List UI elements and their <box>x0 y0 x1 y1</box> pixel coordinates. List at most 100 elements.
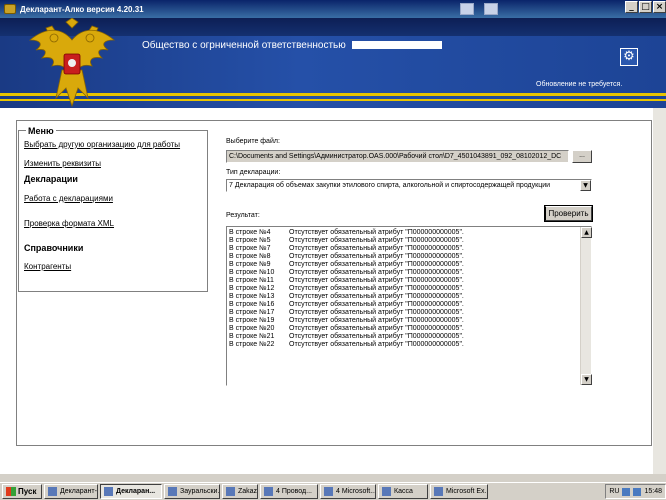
file-label: Выберите файл: <box>226 138 280 145</box>
tray-icon[interactable] <box>633 487 642 496</box>
taskbar-button[interactable]: 4 Провод... <box>260 484 318 499</box>
task-app-icon <box>48 487 57 496</box>
result-row: В строке №20 Отсутствует обязательный атр… <box>229 325 579 333</box>
result-row: В строке №10 Отсутствует обязательный атр… <box>229 269 579 277</box>
result-row-message: Отсутствует обязательный атрибут "П00000… <box>289 269 464 276</box>
result-row: В строке №9 Отсутствует обязательный атри… <box>229 261 579 269</box>
taskbar-button-label: Декларан... <box>116 488 156 495</box>
task-app-icon <box>226 487 235 496</box>
result-row: В строке №11 Отсутствует обязательный атр… <box>229 277 579 285</box>
results-box[interactable]: В строке №4 Отсутствует обязательный атри… <box>226 226 592 386</box>
start-label: Пуск <box>18 487 37 496</box>
menu-link-choose-org[interactable]: Выбрать другую организацию для работы <box>24 140 180 149</box>
close-button[interactable]: × <box>653 1 666 13</box>
taskbar-button[interactable]: Zakaz <box>222 484 258 499</box>
result-row-number: В строке №9 <box>229 261 271 268</box>
result-row-number: В строке №12 <box>229 285 275 292</box>
tray-icon[interactable] <box>622 487 631 496</box>
result-row: В строке №13 Отсутствует обязательный атр… <box>229 293 579 301</box>
taskbar-button-label: 4 Провод... <box>276 488 312 495</box>
minimize-button[interactable]: _ <box>625 1 638 13</box>
page-scrollbar[interactable] <box>653 108 666 474</box>
taskbar-button-label: 4 Microsoft... <box>336 488 376 495</box>
double-headed-eagle-emblem-icon <box>28 18 116 108</box>
result-row-number: В строке №19 <box>229 317 275 324</box>
result-row-number: В строке №11 <box>229 277 274 284</box>
taskbar-button[interactable]: Зауральски... <box>164 484 220 499</box>
taskbar: Пуск Декларант-... Декларан... Зауральски.… <box>0 482 666 500</box>
org-title-text: Общество с огрниченной ответственностью <box>142 40 346 51</box>
taskbar-button-label: Зауральски... <box>180 488 220 495</box>
window-title-bar[interactable]: Декларант-Алко версия 4.20.31 _ □ × <box>0 0 666 18</box>
language-indicator[interactable]: RU <box>609 488 619 495</box>
scroll-up-icon[interactable]: ▲ <box>581 227 592 238</box>
taskbar-button[interactable]: Декларан... <box>100 484 162 499</box>
result-row-number: В строке №20 <box>229 325 275 332</box>
scroll-down-icon[interactable]: ▼ <box>581 374 592 385</box>
result-row-number: В строке №7 <box>229 245 271 252</box>
ghost-icon-a <box>460 3 474 15</box>
redacted-org-name <box>351 41 442 50</box>
result-row-message: Отсутствует обязательный атрибут "П00000… <box>289 301 464 308</box>
result-row-message: Отсутствует обязательный атрибут "П00000… <box>289 293 464 300</box>
task-app-icon <box>264 487 273 496</box>
result-row-number: В строке №10 <box>229 269 275 276</box>
declaration-type-label: Тип декларации: <box>226 169 281 176</box>
task-app-icon <box>434 487 443 496</box>
result-row: В строке №19 Отсутствует обязательный атр… <box>229 317 579 325</box>
result-row-message: Отсутствует обязательный атрибут "П00000… <box>289 253 464 260</box>
result-row-message: Отсутствует обязательный атрибут "П00000… <box>289 317 464 324</box>
taskbar-button-label: Касса <box>394 488 413 495</box>
result-row-message: Отсутствует обязательный атрибут "П00000… <box>289 333 464 340</box>
results-list: В строке №4 Отсутствует обязательный атри… <box>229 229 579 349</box>
menu-link-check-xml[interactable]: Проверка формата XML <box>24 219 114 228</box>
result-row: В строке №4 Отсутствует обязательный атри… <box>229 229 579 237</box>
taskbar-button[interactable]: Касса <box>378 484 428 499</box>
taskbar-button[interactable]: Декларант-... <box>44 484 98 499</box>
result-row: В строке №7 Отсутствует обязательный атри… <box>229 245 579 253</box>
taskbar-button-label: Декларант-... <box>60 488 97 495</box>
ghost-toolbar <box>420 0 500 18</box>
result-row: В строке №5 Отсутствует обязательный атри… <box>229 237 579 245</box>
result-row-message: Отсутствует обязательный атрибут "П00000… <box>289 245 464 252</box>
taskbar-button[interactable]: Microsoft Ex... <box>430 484 488 499</box>
browse-button[interactable]: ... <box>572 150 592 163</box>
result-row: В строке №12 Отсутствует обязательный атр… <box>229 285 579 293</box>
menu-link-edit-details[interactable]: Изменить реквизиты <box>24 159 101 168</box>
menu-link-contractors[interactable]: Контрагенты <box>24 262 71 271</box>
taskbar-button[interactable]: 4 Microsoft... <box>320 484 376 499</box>
declaration-type-select[interactable]: 7 Декларация об объемах закупки этиловог… <box>226 179 592 192</box>
menu-legend: Меню <box>26 126 56 136</box>
result-row-message: Отсутствует обязательный атрибут "П00000… <box>289 325 464 332</box>
check-button[interactable]: Проверить <box>544 205 593 222</box>
window-title: Декларант-Алко версия 4.20.31 <box>20 4 144 14</box>
settings-gear-icon[interactable]: ⚙ <box>620 48 638 66</box>
file-path-field[interactable]: C:\Documents and Settings\Администратор.… <box>226 150 569 163</box>
maximize-button[interactable]: □ <box>639 1 652 13</box>
result-row-message: Отсутствует обязательный атрибут "П00000… <box>289 285 464 292</box>
result-row: В строке №16 Отсутствует обязательный атр… <box>229 301 579 309</box>
taskbar-button-label: Zakaz <box>238 488 258 495</box>
menu-heading-references: Справочники <box>24 243 84 253</box>
task-app-icon <box>382 487 391 496</box>
ghost-icon-b <box>484 3 498 15</box>
results-label: Результат: <box>226 212 260 219</box>
result-row: В строке №22 Отсутствует обязательный атр… <box>229 341 579 349</box>
windows-logo-icon <box>6 487 16 496</box>
app-icon <box>4 4 16 14</box>
task-app-icon <box>168 487 177 496</box>
result-row-number: В строке №4 <box>229 229 271 236</box>
results-scrollbar[interactable]: ▲ ▼ <box>580 227 592 385</box>
result-row-number: В строке №17 <box>229 309 275 316</box>
system-tray: RU 15:48 <box>605 484 666 499</box>
result-row-number: В строке №16 <box>229 301 275 308</box>
clock: 15:48 <box>644 488 662 495</box>
menu-heading-declarations: Декларации <box>24 174 78 184</box>
result-row: В строке №17 Отсутствует обязательный атр… <box>229 309 579 317</box>
menu-link-work-declarations[interactable]: Работа с декларациями <box>24 194 113 203</box>
dropdown-arrow-icon[interactable]: ▼ <box>580 180 591 191</box>
start-button[interactable]: Пуск <box>2 484 42 499</box>
result-row-message: Отсутствует обязательный атрибут "П00000… <box>289 261 464 268</box>
result-row-message: Отсутствует обязательный атрибут "П00000… <box>289 277 464 284</box>
task-app-icon <box>324 487 333 496</box>
